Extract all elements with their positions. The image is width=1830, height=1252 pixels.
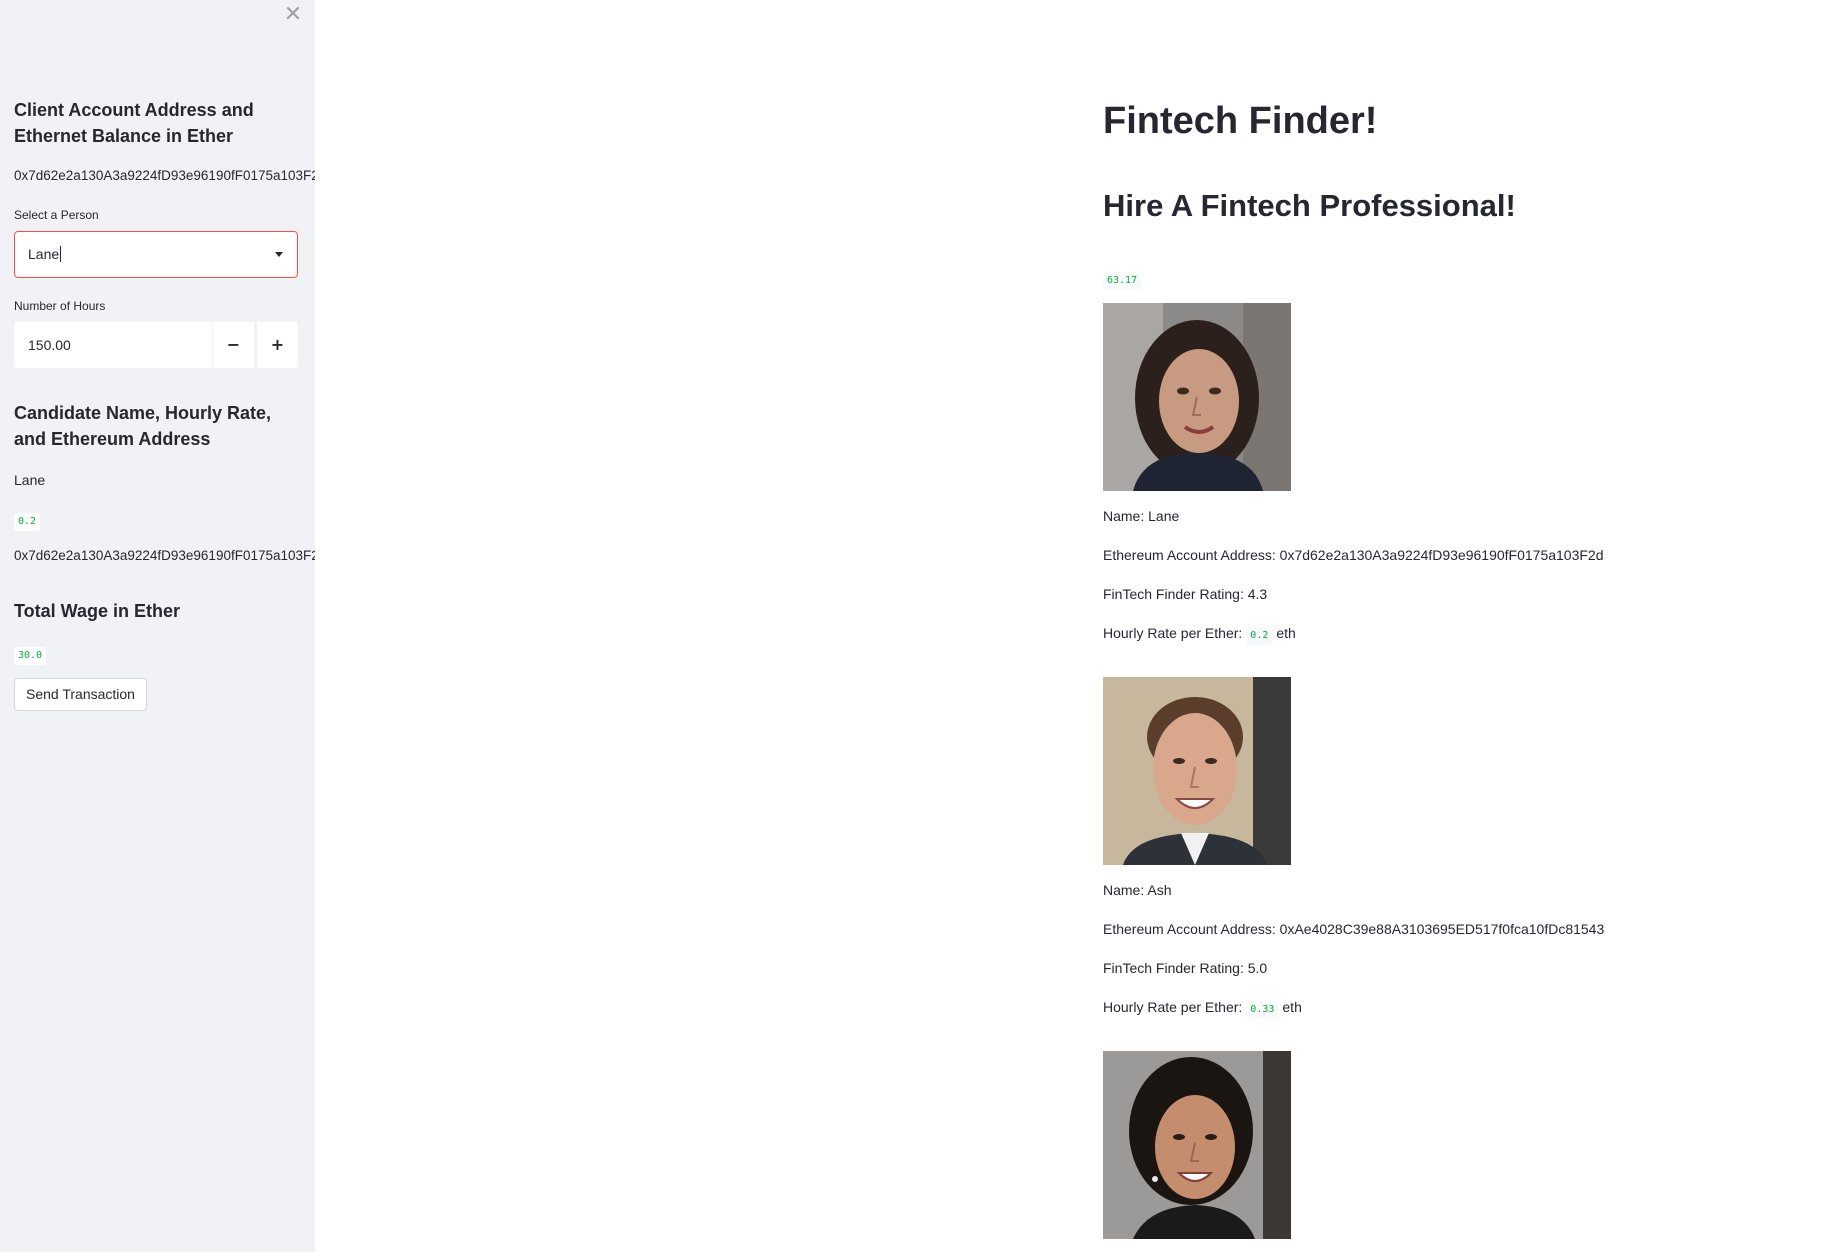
sidebar: ✕ Client Account Address and Ethernet Ba… xyxy=(0,0,315,1252)
account-address: 0x7d62e2a130A3a9224fD93e96190fF0175a103F… xyxy=(14,168,315,183)
rate-suffix: eth xyxy=(1282,999,1302,1015)
select-person-value-wrap: Lane xyxy=(28,246,62,264)
candidate-name-ash: Name: Ash xyxy=(1103,882,1172,898)
candidate-name-lane: Name: Lane xyxy=(1103,508,1180,524)
chevron-down-icon[interactable] xyxy=(275,252,283,257)
candidate-photo-lane xyxy=(1103,303,1291,491)
rate-prefix: Hourly Rate per Ether: xyxy=(1103,999,1243,1015)
close-icon[interactable]: ✕ xyxy=(280,2,306,28)
balance-value: 63.17 xyxy=(1103,272,1142,290)
man-portrait-icon xyxy=(1103,677,1291,865)
candidate-rating-lane: FinTech Finder Rating: 4.3 xyxy=(1103,586,1268,602)
candidate-address-ash: Ethereum Account Address: 0xAe4028C39e88… xyxy=(1103,921,1605,937)
candidate-photo-ash xyxy=(1103,677,1291,865)
account-heading: Client Account Address and Ethernet Bala… xyxy=(14,100,254,146)
candidate-name: Lane xyxy=(14,472,46,488)
hours-input[interactable] xyxy=(14,322,212,368)
wage-value-wrap: 30.0 xyxy=(14,645,47,665)
wage-heading: Total Wage in Ether xyxy=(14,601,181,621)
candidate-rate-ash: Hourly Rate per Ether: 0.33 eth xyxy=(1103,999,1302,1019)
woman-portrait-icon xyxy=(1103,1051,1291,1239)
send-transaction-button[interactable]: Send Transaction xyxy=(14,678,147,711)
rate-prefix: Hourly Rate per Ether: xyxy=(1103,625,1243,641)
hours-label: Number of Hours xyxy=(14,299,106,313)
page-subtitle: Hire A Fintech Professional! xyxy=(1103,188,1516,223)
page-title: Fintech Finder! xyxy=(1103,100,1378,142)
rate-value: 0.2 xyxy=(1246,627,1273,645)
candidate-rate-wrap: 0.2 xyxy=(14,511,41,531)
hours-stepper[interactable]: − + xyxy=(14,322,298,368)
woman-portrait-icon xyxy=(1103,303,1291,491)
increment-button[interactable]: + xyxy=(256,322,298,368)
select-person-dropdown[interactable]: Lane xyxy=(14,231,298,278)
candidate-address: 0x7d62e2a130A3a9224fD93e96190fF0175a103F… xyxy=(14,548,315,563)
candidate-rating-ash: FinTech Finder Rating: 5.0 xyxy=(1103,960,1268,976)
candidate-heading: Candidate Name, Hourly Rate, and Ethereu… xyxy=(14,403,272,449)
candidate-photo-3 xyxy=(1103,1051,1291,1239)
candidate-address-lane: Ethereum Account Address: 0x7d62e2a130A3… xyxy=(1103,547,1604,563)
text-cursor xyxy=(60,246,62,262)
main-content: Fintech Finder! Hire A Fintech Professio… xyxy=(315,0,1830,1252)
rate-suffix: eth xyxy=(1276,625,1296,641)
rate-value: 0.33 xyxy=(1246,1001,1279,1019)
select-person-value: Lane xyxy=(28,246,60,262)
balance-wrap: 63.17 xyxy=(1103,270,1142,290)
select-person-label: Select a Person xyxy=(14,208,99,222)
wage-value: 30.0 xyxy=(14,647,47,665)
candidate-rate-lane: Hourly Rate per Ether: 0.2 eth xyxy=(1103,625,1296,645)
candidate-rate: 0.2 xyxy=(14,513,41,531)
decrement-button[interactable]: − xyxy=(212,322,254,368)
